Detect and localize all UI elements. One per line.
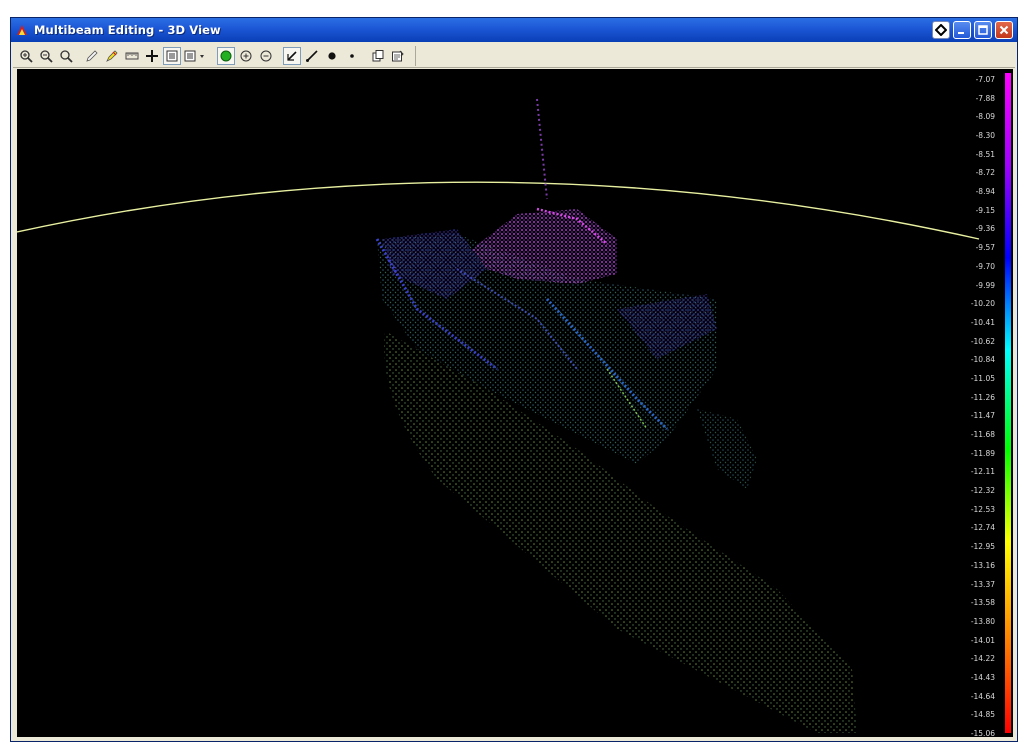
window-controls [932,21,1013,39]
panel-dropdown-button[interactable] [183,47,209,65]
crosshair-button[interactable] [143,47,161,65]
close-icon [999,25,1009,35]
highlighter-icon [106,49,118,62]
zoom-extents-icon [60,49,73,63]
ruler-button[interactable] [123,47,141,65]
highlighter-button[interactable] [103,47,121,65]
zoom-out-button[interactable] [37,47,55,65]
toolbar [13,44,1015,68]
multibeam-3d-view-window: Multibeam Editing - 3D View -7.07 -7.88 … [10,17,1018,742]
zoom-in-button[interactable] [17,47,35,65]
small-dot-button[interactable] [343,47,361,65]
pencil-icon [86,49,98,62]
select-arrow-icon [287,50,297,61]
maximize-button[interactable] [974,21,992,39]
green-dot-button[interactable] [217,46,235,65]
point-cloud-scene[interactable] [17,69,1013,737]
diamond-icon [935,24,947,36]
pencil-button[interactable] [83,47,101,65]
3d-viewport[interactable]: -7.07 -7.88 -8.09 -8.30 -8.51 -8.72 -8.94 -9.15… [17,69,1013,737]
ruler-icon [125,52,139,59]
window-title: Multibeam Editing - 3D View [34,23,221,37]
line-tool-icon [306,49,318,62]
crosshair-icon [146,49,158,62]
large-dot-icon [328,51,336,60]
add-circle-icon [240,50,252,61]
properties-button[interactable] [389,47,407,65]
minimize-button[interactable] [953,21,971,39]
toolbar-separator [415,45,416,66]
small-dot-icon [350,53,354,58]
title-bar[interactable]: Multibeam Editing - 3D View [11,18,1017,42]
zoom-out-icon [40,49,53,63]
maximize-icon [978,25,988,35]
close-button[interactable] [995,21,1013,39]
add-circle-button[interactable] [237,47,255,65]
large-dot-button[interactable] [323,47,341,65]
copy-icon [372,49,384,61]
minimize-icon [958,32,964,34]
select-arrow-button[interactable] [283,46,301,65]
app-icon [17,25,27,35]
panel-dropdown-icon [184,50,204,61]
green-dot-icon [220,50,232,61]
pin-button[interactable] [932,21,950,39]
panel-icon [166,50,178,61]
line-tool-button[interactable] [303,47,321,65]
properties-icon [392,50,404,61]
remove-circle-button[interactable] [257,47,275,65]
panel-button[interactable] [163,46,181,65]
remove-circle-icon [260,50,272,61]
mast-points [536,98,548,200]
debris-points [697,409,757,489]
zoom-extents-button[interactable] [57,47,75,65]
depth-color-bar [1005,73,1011,733]
zoom-in-icon [20,49,33,63]
copy-button[interactable] [369,47,387,65]
